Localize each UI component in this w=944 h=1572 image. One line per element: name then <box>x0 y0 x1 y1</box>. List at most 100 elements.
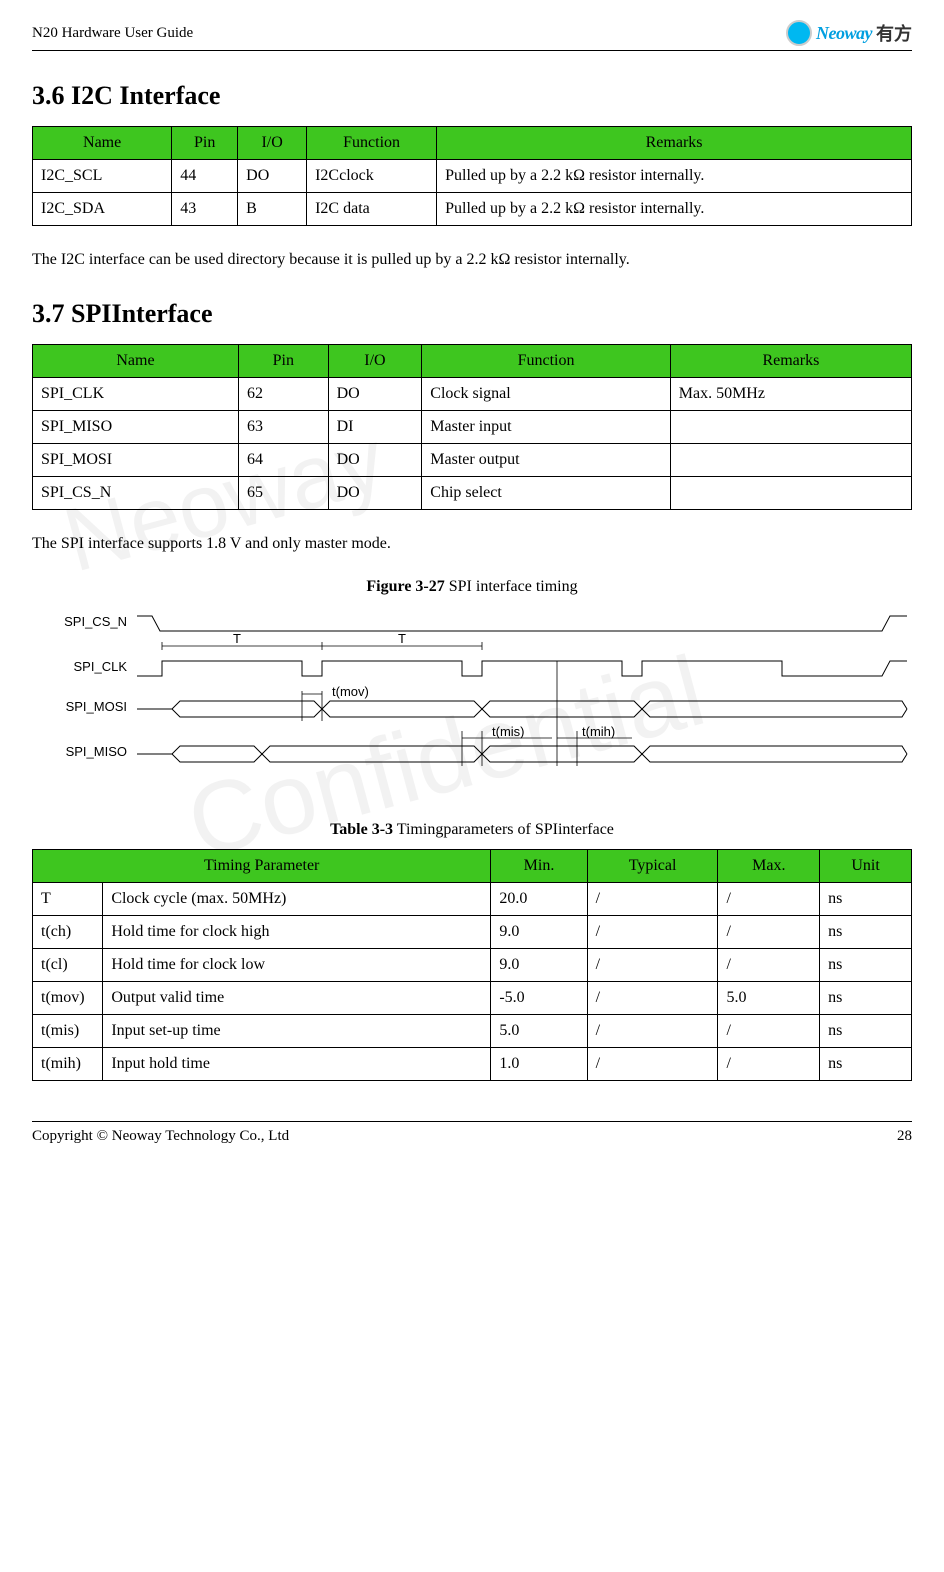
cell: 9.0 <box>491 949 587 982</box>
doc-title: N20 Hardware User Guide <box>32 25 193 42</box>
cell: 9.0 <box>491 916 587 949</box>
table-caption: Table 3-3 Timingparameters of SPIinterfa… <box>32 821 912 839</box>
cell: ns <box>820 949 912 982</box>
cell <box>670 444 911 477</box>
col-remarks: Remarks <box>670 345 911 378</box>
cell: ns <box>820 916 912 949</box>
cell: Chip select <box>422 477 670 510</box>
table-row: SPI_CS_N 65 DO Chip select <box>33 477 912 510</box>
cell: / <box>718 1015 820 1048</box>
cell: Master output <box>422 444 670 477</box>
table-label: Table 3-3 <box>330 821 393 838</box>
timing-label-tmih: t(mih) <box>582 724 615 739</box>
cell: B <box>238 193 307 226</box>
cell: DO <box>328 378 422 411</box>
cell: DO <box>328 477 422 510</box>
cell: / <box>587 916 718 949</box>
cell: Pulled up by a 2.2 kΩ resistor internall… <box>437 160 912 193</box>
table-row: SPI_MOSI 64 DO Master output <box>33 444 912 477</box>
cell: t(cl) <box>33 949 103 982</box>
spi-table: Name Pin I/O Function Remarks SPI_CLK 62… <box>32 344 912 510</box>
col-min: Min. <box>491 850 587 883</box>
table-row: t(cl) Hold time for clock low 9.0 / / ns <box>33 949 912 982</box>
figure-title-text: SPI interface timing <box>445 578 578 595</box>
cell: -5.0 <box>491 982 587 1015</box>
logo: Neoway 有方 <box>786 20 912 46</box>
timing-label-t1: T <box>233 631 241 646</box>
cell: SPI_MISO <box>33 411 239 444</box>
table-title-text: Timingparameters of SPIinterface <box>393 821 614 838</box>
cell: / <box>587 982 718 1015</box>
cell: Pulled up by a 2.2 kΩ resistor internall… <box>437 193 912 226</box>
table-row: SPI_MISO 63 DI Master input <box>33 411 912 444</box>
cell: I2C_SDA <box>33 193 172 226</box>
cell: I2Cclock <box>307 160 437 193</box>
cell: 43 <box>172 193 238 226</box>
col-unit: Unit <box>820 850 912 883</box>
col-io: I/O <box>328 345 422 378</box>
cell: ns <box>820 982 912 1015</box>
i2c-table: Name Pin I/O Function Remarks I2C_SCL 44… <box>32 126 912 226</box>
cell: / <box>718 916 820 949</box>
cell: 1.0 <box>491 1048 587 1081</box>
timing-label-t2: T <box>398 631 406 646</box>
i2c-body-text: The I2C interface can be used directory … <box>32 251 912 269</box>
col-pin: Pin <box>238 345 328 378</box>
cell: / <box>718 1048 820 1081</box>
col-io: I/O <box>238 127 307 160</box>
table-header-row: Name Pin I/O Function Remarks <box>33 345 912 378</box>
timing-params-table: Timing Parameter Min. Typical Max. Unit … <box>32 849 912 1081</box>
cell: I2C data <box>307 193 437 226</box>
logo-icon <box>786 20 812 46</box>
cell: I2C_SCL <box>33 160 172 193</box>
table-header-row: Name Pin I/O Function Remarks <box>33 127 912 160</box>
page-footer: Copyright © Neoway Technology Co., Ltd 2… <box>32 1121 912 1145</box>
section-heading-spi: 3.7 SPIInterface <box>32 299 912 329</box>
cell: Clock cycle (max. 50MHz) <box>103 883 491 916</box>
cell: t(mis) <box>33 1015 103 1048</box>
cell: ns <box>820 1015 912 1048</box>
page-number: 28 <box>897 1128 912 1145</box>
table-header-row: Timing Parameter Min. Typical Max. Unit <box>33 850 912 883</box>
section-heading-i2c: 3.6 I2C Interface <box>32 81 912 111</box>
cell: 63 <box>238 411 328 444</box>
cell: 5.0 <box>491 1015 587 1048</box>
cell: Max. 50MHz <box>670 378 911 411</box>
cell: ns <box>820 883 912 916</box>
cell: / <box>718 949 820 982</box>
table-row: t(mov) Output valid time -5.0 / 5.0 ns <box>33 982 912 1015</box>
cell: 64 <box>238 444 328 477</box>
cell: / <box>587 1048 718 1081</box>
signal-label: SPI_MISO <box>66 744 127 759</box>
cell: t(ch) <box>33 916 103 949</box>
figure-label: Figure 3-27 <box>366 578 444 595</box>
cell: 65 <box>238 477 328 510</box>
cell: Hold time for clock low <box>103 949 491 982</box>
cell: SPI_MOSI <box>33 444 239 477</box>
spi-timing-diagram: .sig { stroke:#000; stroke-width:1; fill… <box>32 606 912 776</box>
table-row: t(mis) Input set-up time 5.0 / / ns <box>33 1015 912 1048</box>
col-name: Name <box>33 345 239 378</box>
col-function: Function <box>307 127 437 160</box>
cell: / <box>587 1015 718 1048</box>
cell: T <box>33 883 103 916</box>
col-name: Name <box>33 127 172 160</box>
cell: 44 <box>172 160 238 193</box>
col-function: Function <box>422 345 670 378</box>
cell <box>670 411 911 444</box>
table-row: t(ch) Hold time for clock high 9.0 / / n… <box>33 916 912 949</box>
copyright-text: Copyright © Neoway Technology Co., Ltd <box>32 1128 289 1145</box>
cell: SPI_CS_N <box>33 477 239 510</box>
cell: ns <box>820 1048 912 1081</box>
cell: Input hold time <box>103 1048 491 1081</box>
cell: Output valid time <box>103 982 491 1015</box>
cell: DO <box>328 444 422 477</box>
cell: Input set-up time <box>103 1015 491 1048</box>
col-typical: Typical <box>587 850 718 883</box>
figure-caption: Figure 3-27 SPI interface timing <box>32 578 912 596</box>
spi-body-text: The SPI interface supports 1.8 V and onl… <box>32 535 912 553</box>
table-row: T Clock cycle (max. 50MHz) 20.0 / / ns <box>33 883 912 916</box>
table-row: SPI_CLK 62 DO Clock signal Max. 50MHz <box>33 378 912 411</box>
col-remarks: Remarks <box>437 127 912 160</box>
cell: DO <box>238 160 307 193</box>
